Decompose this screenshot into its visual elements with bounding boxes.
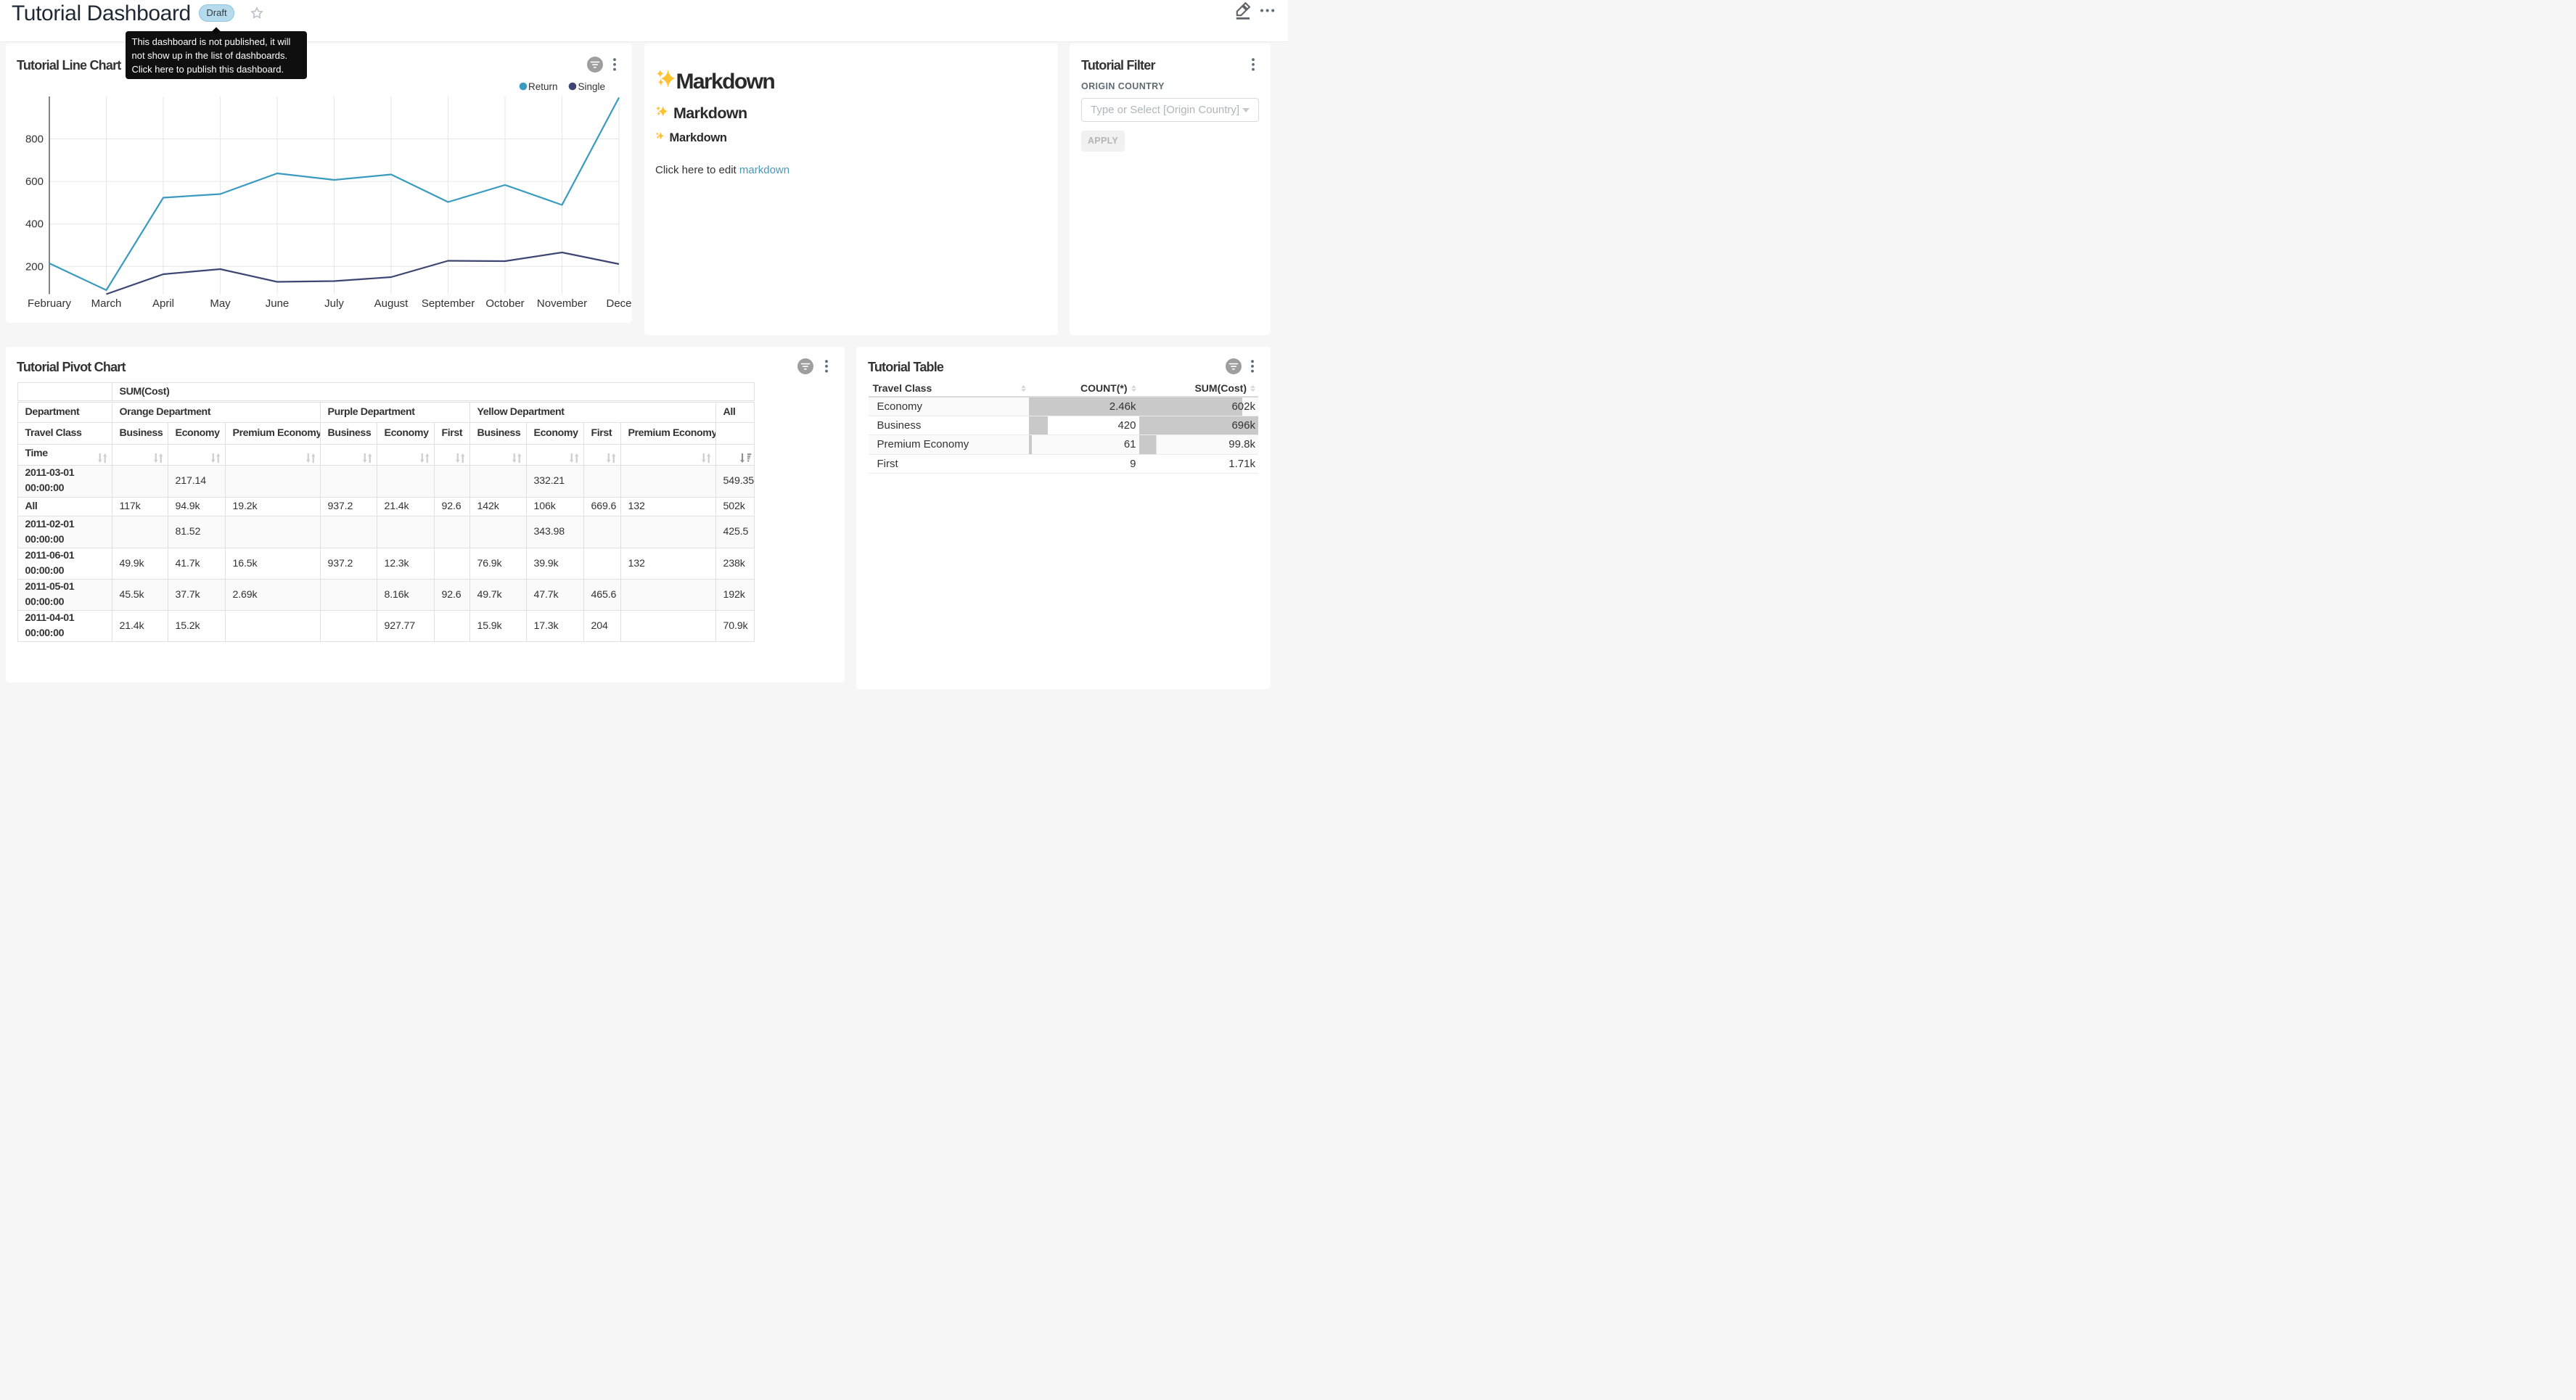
svg-text:July: July — [324, 297, 344, 310]
svg-text:February: February — [28, 297, 72, 310]
svg-text:August: August — [374, 297, 409, 310]
svg-text:400: 400 — [25, 218, 44, 231]
svg-text:October: October — [485, 297, 524, 310]
svg-text:September: September — [422, 297, 475, 310]
svg-text:May: May — [210, 297, 231, 310]
svg-text:Return: Return — [528, 81, 558, 92]
svg-text:November: November — [537, 297, 587, 310]
svg-text:March: March — [91, 297, 122, 310]
svg-text:600: 600 — [25, 176, 44, 188]
svg-text:Single: Single — [578, 81, 606, 92]
svg-text:Dece: Dece — [606, 297, 631, 310]
svg-text:800: 800 — [25, 133, 44, 146]
svg-text:June: June — [266, 297, 290, 310]
svg-text:April: April — [152, 297, 174, 310]
svg-text:200: 200 — [25, 260, 44, 273]
